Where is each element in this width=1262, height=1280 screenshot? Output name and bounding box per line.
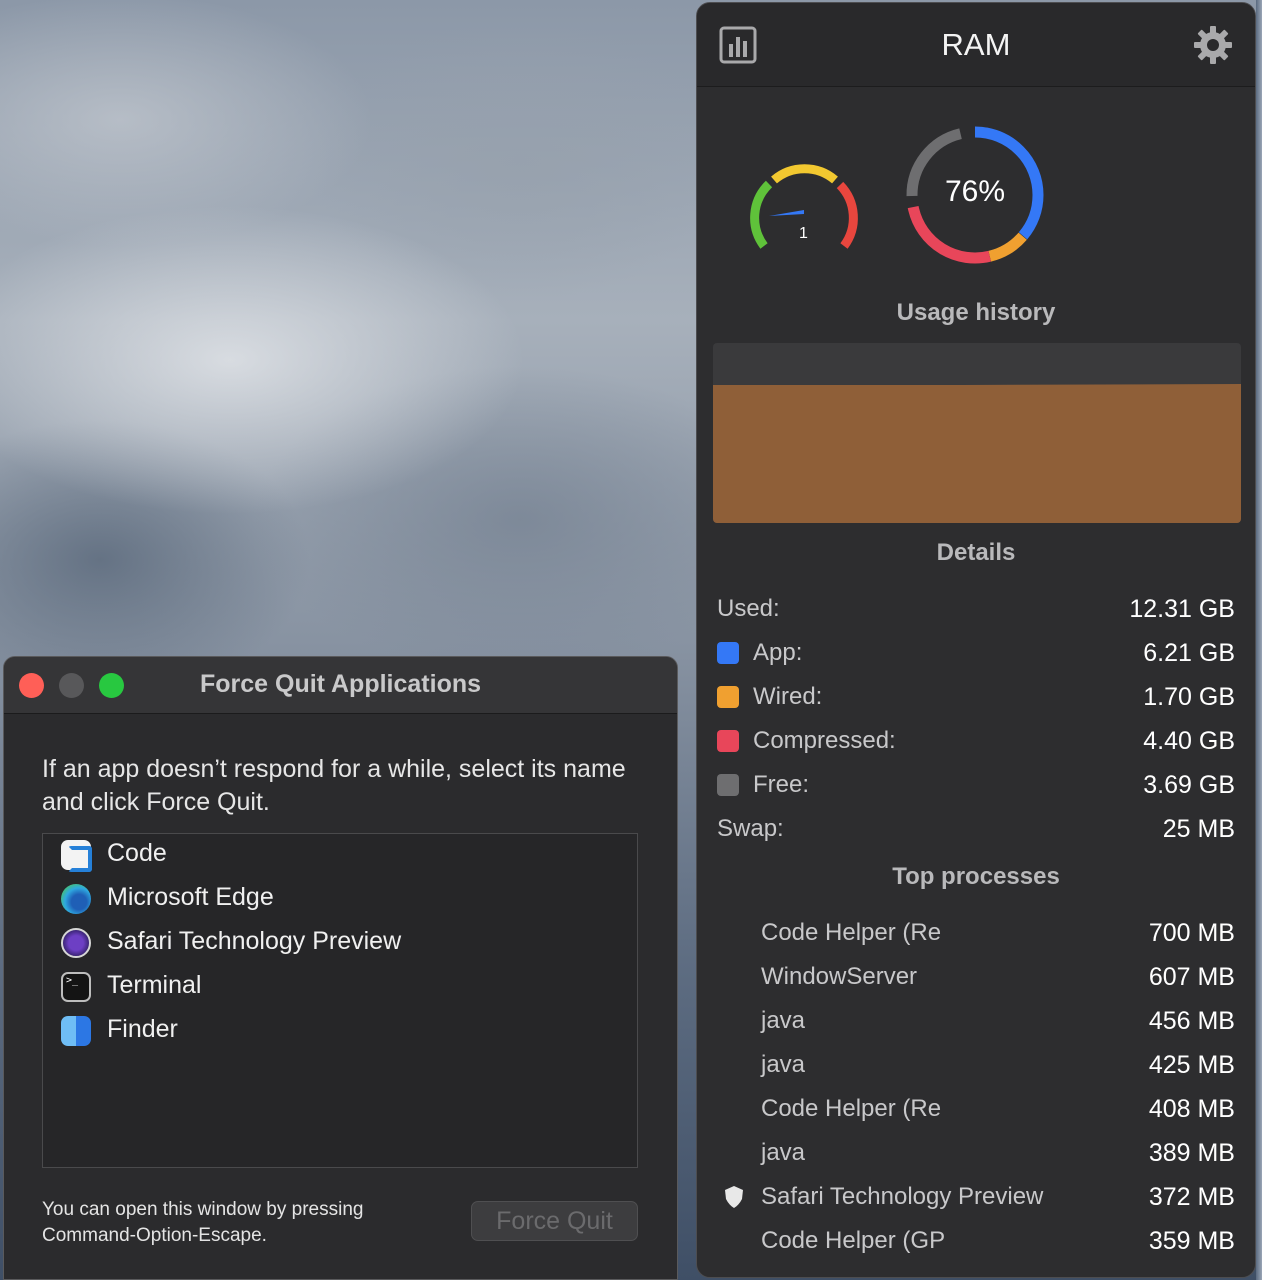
detail-row-used: Used: 12.31 GB [697, 595, 1255, 635]
free-color-swatch [717, 774, 739, 796]
process-name: Code Helper (Re [761, 919, 942, 946]
app-name: Finder [107, 1015, 178, 1043]
shield-icon [725, 1186, 743, 1208]
compressed-color-swatch [717, 730, 739, 752]
process-memory: 359 MB [1148, 1227, 1235, 1255]
process-memory: 389 MB [1148, 1139, 1235, 1167]
process-name: Code Helper (Re [761, 1095, 942, 1122]
shortcut-hint-line-2: Command-Option-Escape. [42, 1225, 267, 1246]
free-label: Free: [753, 771, 810, 798]
process-row[interactable]: WindowServer 607 MB [697, 963, 1255, 1003]
process-memory: 425 MB [1148, 1051, 1235, 1079]
wired-label: Wired: [753, 683, 823, 710]
force-quit-button[interactable]: Force Quit [471, 1201, 638, 1241]
process-memory: 607 MB [1148, 963, 1235, 991]
list-item-safari-technology-preview[interactable]: Safari Technology Preview [43, 922, 637, 966]
background-window-edge [1256, 0, 1262, 1280]
used-label: Used: [717, 595, 780, 622]
list-item-terminal[interactable]: Terminal [43, 966, 637, 1010]
safari-preview-icon [61, 928, 91, 958]
process-name: WindowServer [761, 963, 918, 990]
instructions-text: If an app doesn’t respond for a while, s… [42, 755, 626, 816]
detail-row-app: App: 6.21 GB [697, 639, 1255, 679]
process-row[interactable]: Code Helper (Re 408 MB [697, 1095, 1255, 1135]
detail-row-swap: Swap: 25 MB [697, 815, 1255, 855]
app-list[interactable]: Code Microsoft Edge Safari Technology Pr… [42, 833, 638, 1168]
list-item-code[interactable]: Code [43, 834, 637, 878]
gauge-value: 1 [799, 225, 808, 242]
process-memory: 408 MB [1148, 1095, 1235, 1123]
process-name: java [761, 1007, 806, 1034]
detail-row-wired: Wired: 1.70 GB [697, 683, 1255, 723]
process-name: Safari Technology Preview [761, 1183, 1044, 1210]
window-title: Force Quit Applications [199, 670, 482, 698]
used-value: 12.31 GB [1129, 595, 1235, 623]
process-row[interactable]: Safari Technology Preview 372 MB [697, 1183, 1255, 1223]
process-name: Code Helper (GP [761, 1227, 946, 1254]
gauge-needle [769, 210, 804, 216]
panel-header: RAM [697, 3, 1255, 87]
process-row[interactable]: Code Helper (GP 359 MB [697, 1227, 1255, 1267]
usage-percent: 76% [944, 175, 1006, 208]
process-row[interactable]: Code Helper (Re 700 MB [697, 919, 1255, 959]
wired-color-swatch [717, 686, 739, 708]
swap-label: Swap: [717, 815, 784, 842]
details-title: Details [936, 539, 1016, 566]
shortcut-hint-line-1: You can open this window by pressing [42, 1199, 364, 1220]
process-name: java [761, 1139, 806, 1166]
vscode-icon [61, 840, 92, 872]
process-row[interactable]: java 425 MB [697, 1051, 1255, 1091]
free-value: 3.69 GB [1143, 771, 1235, 799]
app-name: Code [107, 839, 167, 867]
finder-icon [61, 1016, 91, 1046]
process-row[interactable]: java 389 MB [697, 1139, 1255, 1179]
app-label: App: [753, 639, 803, 666]
force-quit-window: Force Quit Applications If an app doesn’… [3, 656, 678, 1280]
wired-value: 1.70 GB [1143, 683, 1235, 711]
detail-row-free: Free: 3.69 GB [697, 771, 1255, 811]
edge-icon [61, 884, 91, 914]
top-processes-title: Top processes [892, 863, 1060, 890]
app-name: Microsoft Edge [107, 883, 274, 911]
process-memory: 700 MB [1148, 919, 1235, 947]
process-memory: 372 MB [1148, 1183, 1235, 1211]
memory-pressure-gauge: 1 [750, 164, 858, 249]
compressed-value: 4.40 GB [1143, 727, 1235, 755]
app-color-swatch [717, 642, 739, 664]
ram-monitor-panel: RAM 1 76% Usage history Details Used: 12… [696, 2, 1256, 1278]
process-name: java [761, 1051, 806, 1078]
app-value: 6.21 GB [1143, 639, 1235, 667]
title-bar[interactable]: Force Quit Applications [4, 657, 677, 714]
gear-icon[interactable] [1193, 25, 1233, 65]
app-name: Terminal [107, 971, 202, 999]
process-row[interactable]: java 456 MB [697, 1007, 1255, 1047]
panel-title: RAM [941, 27, 1011, 62]
usage-history-title: Usage history [896, 299, 1056, 326]
app-name: Safari Technology Preview [107, 927, 402, 955]
list-item-finder[interactable]: Finder [43, 1010, 637, 1054]
shortcut-hint: You can open this window by pressing Com… [42, 1197, 363, 1249]
terminal-icon [61, 972, 91, 1002]
detail-row-compressed: Compressed: 4.40 GB [697, 727, 1255, 767]
usage-history-chart [713, 343, 1241, 523]
swap-value: 25 MB [1162, 815, 1235, 843]
usage-history-area [713, 384, 1241, 523]
compressed-label: Compressed: [753, 727, 896, 754]
list-item-microsoft-edge[interactable]: Microsoft Edge [43, 878, 637, 922]
process-memory: 456 MB [1148, 1007, 1235, 1035]
